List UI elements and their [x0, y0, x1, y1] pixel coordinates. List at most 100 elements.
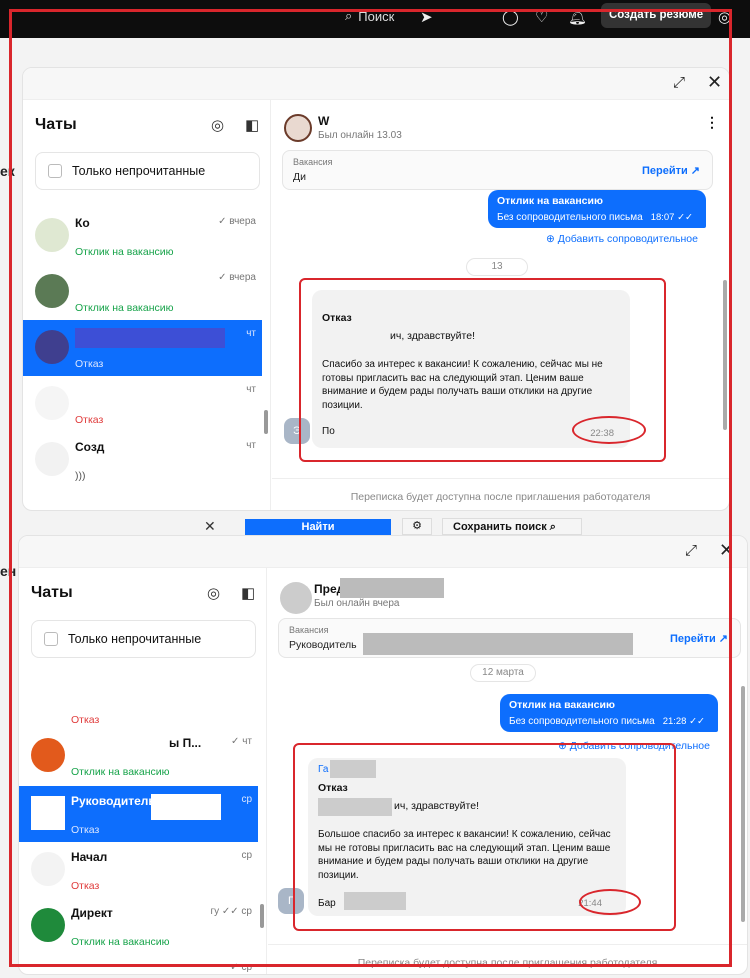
chat-status: ))) [75, 470, 86, 482]
filter-icon[interactable]: ⚙ [402, 518, 432, 535]
redaction [75, 328, 225, 348]
scrollbar[interactable] [741, 686, 745, 922]
application-bubble: Отклик на вакансию Без сопроводительного… [500, 694, 718, 732]
collapse-panel-icon[interactable]: ◧ [245, 116, 259, 134]
chat-list-item[interactable]: чт Отказ [23, 376, 262, 432]
last-online: Был онлайн вчера [314, 598, 400, 609]
employer-small-avatar: Г [278, 888, 304, 914]
chat-date: ср [241, 794, 252, 805]
checkbox-icon [48, 164, 62, 178]
chat-list-item[interactable]: Директ гу ✓✓ ср Отклик на вакансию [19, 898, 258, 954]
unread-only-label: Только непрочитанные [72, 164, 206, 178]
message-body: Спасибо за интерес к вакансии! К сожален… [322, 359, 603, 411]
chat-list-item[interactable]: Отказ [19, 664, 258, 728]
avatar [35, 330, 69, 364]
footer-note: Переписка будет доступна после приглашен… [272, 478, 729, 503]
search-icon: ⌕ [345, 8, 353, 23]
add-cover-letter-link[interactable]: ⊕ Добавить сопроводительное [546, 233, 698, 245]
rejection-message: Отказ ич, здравствуйте! Спасибо за интер… [312, 290, 630, 448]
chat-status: Отказ [75, 358, 104, 370]
close-icon[interactable]: ✕ [204, 518, 216, 535]
chat-status: Отказ [71, 824, 100, 836]
create-resume-button[interactable]: Создать резюме [601, 3, 712, 28]
conversation-panel: Пред Был онлайн вчера ⋮ Вакансия Руковод… [268, 568, 747, 974]
support-icon[interactable]: ◎ [211, 116, 224, 134]
chat-title: Начал [71, 850, 108, 864]
background-text-upper: ек [0, 163, 15, 179]
vacancy-card: Вакансия Руководитель Перейти ↗ [278, 618, 741, 658]
unread-only-checkbox[interactable]: Только непрочитанные [35, 152, 260, 190]
window-toolbar: ⤢ ✕ [23, 68, 729, 100]
search-action-bar: ✕ Найти ⚙ Сохранить поиск ⌕ [190, 518, 590, 536]
message-greeting: ич, здравствуйте! [394, 800, 479, 812]
chat-icon[interactable]: ◯ [502, 8, 519, 26]
heart-icon[interactable]: ♡ [535, 8, 548, 26]
vacancy-label: Вакансия [293, 157, 333, 167]
employer-avatar [280, 582, 312, 614]
redaction [363, 633, 633, 655]
bubble-time: 18:07 ✓✓ [650, 212, 694, 223]
chat-list-item-selected[interactable]: чт Отказ [23, 320, 262, 376]
avatar [31, 852, 65, 886]
search-icon: ⌕ [549, 521, 556, 533]
chat-title: Ко [75, 216, 90, 230]
add-cover-letter-link[interactable]: ⊕ Добавить сопроводительное [558, 740, 710, 752]
profile-icon[interactable]: ◎ [718, 8, 731, 26]
find-button[interactable]: Найти [245, 519, 391, 535]
chat-list-item[interactable]: ы П... ✓ чт Отклик на вакансию [19, 728, 258, 784]
bubble-title: Отклик на вакансию [497, 195, 603, 207]
top-navigation-bar: ⌕ Поиск ➤ ◯ ♡ 🔔︎ Создать резюме ◎ [0, 0, 750, 38]
chat-status: Отказ [71, 714, 100, 726]
chat-list-item[interactable]: Ко ✓ вчера Отклик на вакансию [23, 208, 262, 264]
chat-list-item[interactable]: ✓ вчера Отклик на вакансию [23, 264, 262, 320]
scrollbar[interactable] [723, 280, 727, 430]
chat-list-item[interactable]: ✓ ср [19, 954, 258, 974]
checkbox-icon [44, 632, 58, 646]
unread-only-checkbox[interactable]: Только непрочитанные [31, 620, 256, 658]
message-title: Отказ [318, 782, 348, 794]
vacancy-go-link[interactable]: Перейти ↗ [642, 164, 700, 177]
vacancy-name: Ди [293, 171, 306, 183]
chat-date: чт [246, 384, 256, 395]
chat-title: Директ [71, 906, 113, 920]
save-search-label: Сохранить поиск [453, 521, 547, 533]
message-signature: Бар [318, 898, 336, 909]
save-search-button[interactable]: Сохранить поиск ⌕ [442, 518, 582, 535]
redaction [151, 794, 221, 820]
collapse-panel-icon[interactable]: ◧ [241, 584, 255, 602]
expand-icon[interactable]: ⤢ [673, 74, 685, 91]
unread-only-label: Только непрочитанные [68, 632, 202, 646]
chat-date: ✓ вчера [218, 216, 256, 227]
redaction [330, 760, 376, 778]
close-window-icon[interactable]: ✕ [707, 72, 722, 93]
message-time: 22:38 [590, 428, 614, 439]
more-menu-icon[interactable]: ⋮ [705, 114, 719, 131]
chats-title: Чаты [35, 116, 77, 133]
scrollbar[interactable] [260, 904, 264, 928]
chat-date: ✓ вчера [218, 272, 256, 283]
chat-list-item[interactable]: Созд чт ))) [23, 432, 262, 488]
rejection-message: Га Отказ ич, здравствуйте! Большое спаси… [308, 758, 626, 916]
chat-list-item-selected[interactable]: Руководитель ср Отказ [19, 786, 258, 842]
message-signature: По [322, 426, 335, 437]
chat-list-item[interactable]: Начал ср Отказ [19, 842, 258, 898]
scrollbar[interactable] [264, 410, 268, 434]
bubble-title: Отклик на вакансию [509, 699, 615, 711]
employer-small-avatar: Э [284, 418, 310, 444]
close-window-icon[interactable]: ✕ [719, 540, 734, 561]
search-link[interactable]: ⌕ Поиск [345, 8, 394, 24]
vacancy-go-link[interactable]: Перейти ↗ [670, 632, 728, 645]
window-toolbar: ⤢ ✕ [19, 536, 747, 568]
support-icon[interactable]: ◎ [207, 584, 220, 602]
bubble-time: 21:28 ✓✓ [662, 716, 706, 727]
vacancy-name: Руководитель [289, 639, 357, 651]
avatar [31, 738, 65, 772]
expand-icon[interactable]: ⤢ [685, 542, 697, 559]
date-divider: 12 марта [470, 664, 536, 682]
chat-status: Отклик на вакансию [71, 766, 170, 778]
chat-date: чт [246, 440, 256, 451]
more-menu-icon[interactable]: ⋮ [723, 582, 737, 599]
application-bubble: Отклик на вакансию Без сопроводительного… [488, 190, 706, 228]
send-icon[interactable]: ➤ [420, 8, 433, 26]
bell-icon[interactable]: 🔔︎ [568, 8, 587, 26]
